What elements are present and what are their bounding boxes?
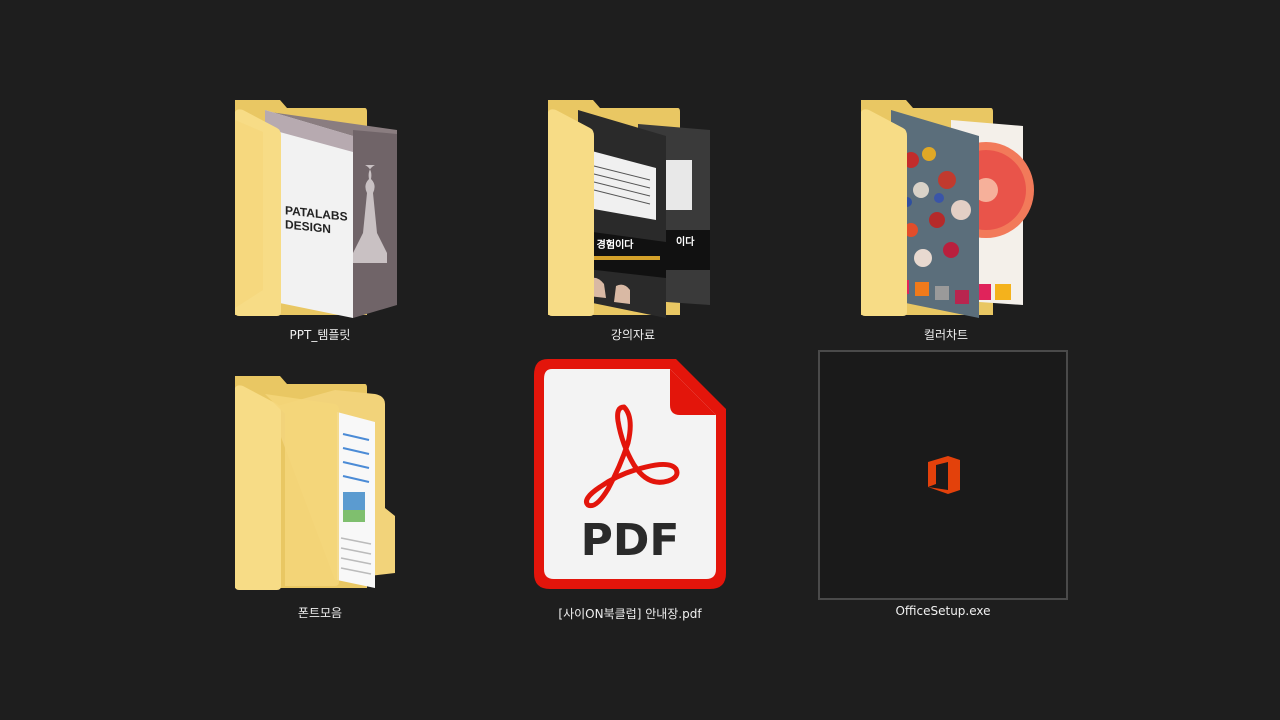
pdf-file-icon: PDF: [534, 359, 726, 589]
file-exe[interactable]: OfficeSetup.exe: [818, 350, 1068, 625]
file-label[interactable]: 컬러차트: [851, 326, 1041, 343]
folder-font-collection[interactable]: 폰트모음: [225, 368, 415, 628]
pdf-badge-text: PDF: [581, 515, 680, 566]
office-logo-icon: [928, 456, 960, 494]
folder-color-chart[interactable]: 컬러차트: [851, 90, 1041, 350]
file-label[interactable]: OfficeSetup.exe: [818, 604, 1068, 618]
file-pdf[interactable]: PDF [사이ON북클럽] 안내장.pdf: [530, 355, 730, 625]
folder-icon: 이다 는 경험이다: [548, 100, 710, 318]
folder-ppt-template[interactable]: PATALABS DESIGN PPT_템플릿: [225, 90, 415, 350]
folder-icon: [235, 376, 395, 590]
folder-icon: PATALABS DESIGN: [235, 100, 397, 318]
file-label[interactable]: 폰트모음: [225, 604, 415, 621]
folder-icon: [861, 100, 1034, 318]
file-label[interactable]: 강의자료: [538, 326, 728, 343]
file-label[interactable]: [사이ON북클럽] 안내장.pdf: [530, 605, 730, 622]
folder-lecture-materials[interactable]: 이다 는 경험이다 강의자료: [538, 90, 728, 350]
file-label[interactable]: PPT_템플릿: [225, 326, 415, 343]
preview-title-b: 이다: [676, 235, 695, 248]
